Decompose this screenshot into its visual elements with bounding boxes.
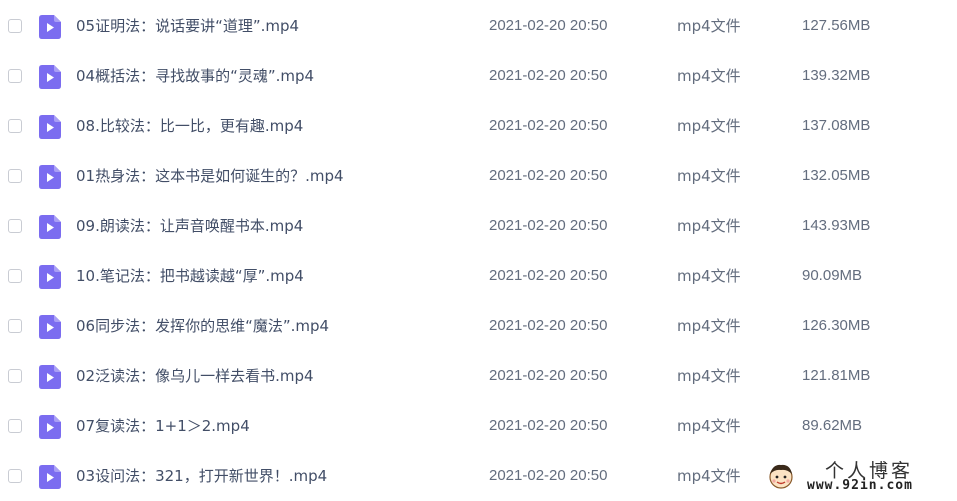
- file-name[interactable]: 08.比较法：比一比，更有趣.mp4: [76, 101, 303, 151]
- file-size: 139.32MB: [802, 67, 871, 84]
- file-date: 2021-02-20 20:50: [489, 167, 608, 184]
- blog-watermark: 个人博客 www.92in.com: [763, 456, 953, 496]
- row-checkbox[interactable]: [8, 19, 22, 33]
- file-row[interactable]: 02泛读法：像乌儿一样去看书.mp4 2021-02-20 20:50 mp4文…: [0, 351, 957, 401]
- video-file-icon: [39, 215, 61, 239]
- file-type: mp4文件: [677, 167, 741, 185]
- file-date: 2021-02-20 20:50: [489, 267, 608, 284]
- file-type: mp4文件: [677, 217, 741, 235]
- file-size: 126.30MB: [802, 317, 871, 334]
- file-size: 143.93MB: [802, 217, 871, 234]
- file-name[interactable]: 06同步法：发挥你的思维“魔法”.mp4: [76, 301, 329, 351]
- video-file-icon: [39, 465, 61, 489]
- file-date: 2021-02-20 20:50: [489, 67, 608, 84]
- file-size: 90.09MB: [802, 267, 863, 284]
- file-size: 137.08MB: [802, 117, 871, 134]
- row-checkbox[interactable]: [8, 69, 22, 83]
- file-name[interactable]: 04概括法：寻找故事的“灵魂”.mp4: [76, 51, 314, 101]
- file-size: 121.81MB: [802, 367, 871, 384]
- file-row[interactable]: 09.朗读法：让声音唤醒书本.mp4 2021-02-20 20:50 mp4文…: [0, 201, 957, 251]
- row-checkbox[interactable]: [8, 469, 22, 483]
- cartoon-avatar-icon: [769, 464, 793, 489]
- file-name[interactable]: 03设问法：321，打开新世界！.mp4: [76, 451, 327, 501]
- video-file-icon: [39, 315, 61, 339]
- file-name[interactable]: 02泛读法：像乌儿一样去看书.mp4: [76, 351, 314, 401]
- file-name[interactable]: 01热身法：这本书是如何诞生的？.mp4: [76, 151, 344, 201]
- video-file-icon: [39, 415, 61, 439]
- row-checkbox[interactable]: [8, 219, 22, 233]
- watermark-url: www.92in.com: [807, 478, 913, 493]
- file-row[interactable]: 05证明法：说话要讲“道理”.mp4 2021-02-20 20:50 mp4文…: [0, 1, 957, 51]
- row-checkbox[interactable]: [8, 369, 22, 383]
- file-type: mp4文件: [677, 17, 741, 35]
- file-date: 2021-02-20 20:50: [489, 367, 608, 384]
- file-size: 89.62MB: [802, 417, 863, 434]
- file-date: 2021-02-20 20:50: [489, 467, 608, 484]
- file-date: 2021-02-20 20:50: [489, 317, 608, 334]
- file-row[interactable]: 01热身法：这本书是如何诞生的？.mp4 2021-02-20 20:50 mp…: [0, 151, 957, 201]
- video-file-icon: [39, 165, 61, 189]
- row-checkbox[interactable]: [8, 269, 22, 283]
- file-row[interactable]: 08.比较法：比一比，更有趣.mp4 2021-02-20 20:50 mp4文…: [0, 101, 957, 151]
- file-row[interactable]: 06同步法：发挥你的思维“魔法”.mp4 2021-02-20 20:50 mp…: [0, 301, 957, 351]
- file-name[interactable]: 07复读法：1+1＞2.mp4: [76, 401, 250, 451]
- file-type: mp4文件: [677, 467, 741, 485]
- file-date: 2021-02-20 20:50: [489, 417, 608, 434]
- file-row[interactable]: 07复读法：1+1＞2.mp4 2021-02-20 20:50 mp4文件 8…: [0, 401, 957, 451]
- row-checkbox[interactable]: [8, 319, 22, 333]
- file-type: mp4文件: [677, 117, 741, 135]
- file-date: 2021-02-20 20:50: [489, 17, 608, 34]
- file-date: 2021-02-20 20:50: [489, 217, 608, 234]
- file-row[interactable]: 10.笔记法：把书越读越“厚”.mp4 2021-02-20 20:50 mp4…: [0, 251, 957, 301]
- file-row[interactable]: 04概括法：寻找故事的“灵魂”.mp4 2021-02-20 20:50 mp4…: [0, 51, 957, 101]
- video-file-icon: [39, 15, 61, 39]
- video-file-icon: [39, 265, 61, 289]
- file-type: mp4文件: [677, 367, 741, 385]
- file-date: 2021-02-20 20:50: [489, 117, 608, 134]
- row-checkbox[interactable]: [8, 169, 22, 183]
- row-checkbox[interactable]: [8, 419, 22, 433]
- row-checkbox[interactable]: [8, 119, 22, 133]
- video-file-icon: [39, 115, 61, 139]
- video-file-icon: [39, 365, 61, 389]
- file-size: 127.56MB: [802, 17, 871, 34]
- file-type: mp4文件: [677, 67, 741, 85]
- file-list: 05证明法：说话要讲“道理”.mp4 2021-02-20 20:50 mp4文…: [0, 0, 957, 499]
- file-name[interactable]: 09.朗读法：让声音唤醒书本.mp4: [76, 201, 303, 251]
- file-type: mp4文件: [677, 317, 741, 335]
- file-type: mp4文件: [677, 267, 741, 285]
- file-type: mp4文件: [677, 417, 741, 435]
- file-size: 132.05MB: [802, 167, 871, 184]
- file-name[interactable]: 10.笔记法：把书越读越“厚”.mp4: [76, 251, 304, 301]
- video-file-icon: [39, 65, 61, 89]
- file-name[interactable]: 05证明法：说话要讲“道理”.mp4: [76, 1, 299, 51]
